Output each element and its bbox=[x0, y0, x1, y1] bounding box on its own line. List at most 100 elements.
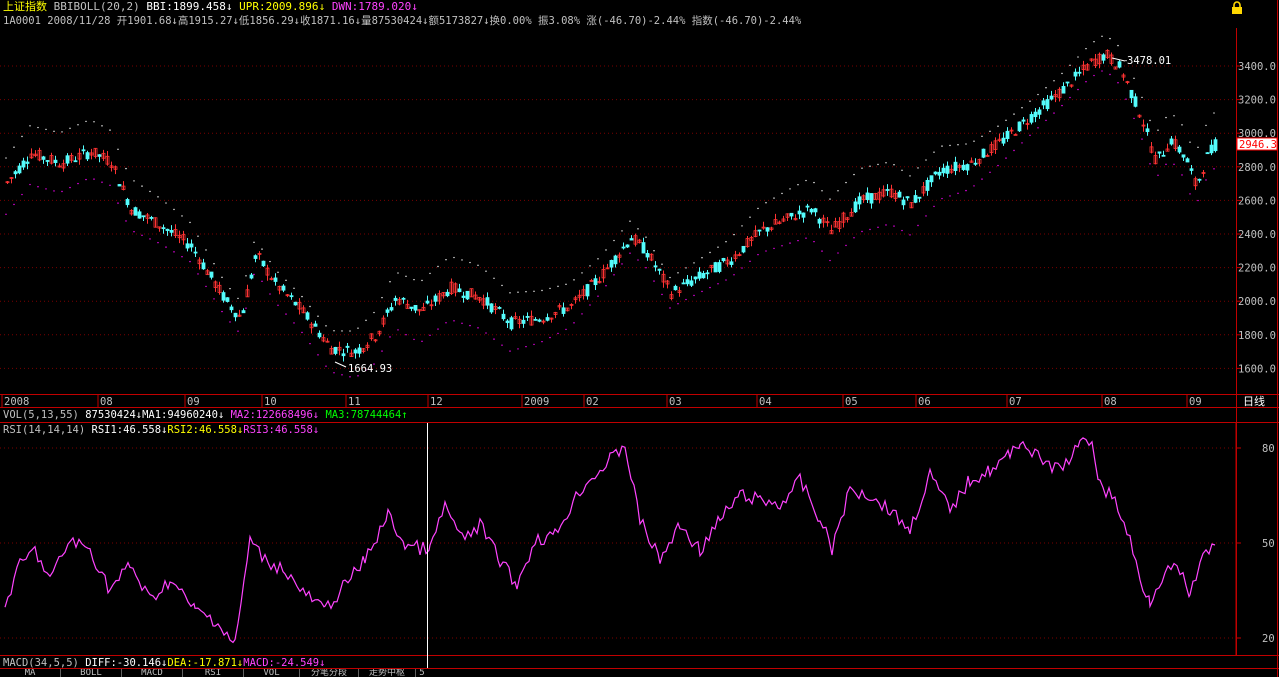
date-label: 10 bbox=[264, 396, 277, 408]
candle-body bbox=[693, 276, 698, 280]
tab-macd[interactable]: MACD bbox=[122, 669, 183, 677]
candle-body bbox=[317, 332, 322, 338]
candle-body bbox=[161, 227, 166, 230]
upper-band-dot bbox=[1013, 113, 1015, 115]
candle-body bbox=[757, 229, 762, 232]
lower-band-dot bbox=[421, 340, 423, 343]
lower-band-dot bbox=[245, 307, 247, 309]
lower-band-dot bbox=[453, 320, 455, 322]
upper-band-dot bbox=[533, 290, 535, 292]
lower-band-dot bbox=[589, 304, 591, 306]
chart-canvas[interactable]: 3400.03200.03000.02800.02600.02400.02200… bbox=[0, 0, 1279, 677]
candle-body bbox=[789, 212, 794, 217]
lower-band-dot bbox=[941, 197, 943, 200]
lower-band-dot bbox=[1149, 163, 1151, 165]
lower-band-dot bbox=[77, 182, 79, 185]
candle-body bbox=[653, 265, 658, 268]
lower-band-dot bbox=[733, 274, 735, 276]
lower-band-dot bbox=[397, 329, 399, 331]
vol-label[interactable]: VOL(5,13,55) bbox=[3, 409, 79, 421]
lower-band-dot bbox=[557, 332, 559, 335]
lower-band-dot bbox=[1141, 138, 1143, 140]
lower-band-dot bbox=[477, 327, 479, 329]
candle-body bbox=[401, 297, 406, 300]
lower-band-dot bbox=[821, 250, 823, 252]
lower-band-dot bbox=[325, 365, 327, 367]
upper-band-dot bbox=[149, 190, 151, 193]
upper-band-dot bbox=[197, 235, 199, 237]
macd-label[interactable]: MACD(34,5,5) bbox=[3, 657, 79, 669]
candle-body bbox=[593, 278, 598, 286]
lower-band-dot bbox=[69, 186, 71, 189]
tab-boll[interactable]: BOLL bbox=[61, 669, 122, 677]
rsi-label[interactable]: RSI(14,14,14) bbox=[3, 424, 85, 436]
lower-band-dot bbox=[813, 240, 815, 243]
candle-body bbox=[1181, 154, 1186, 158]
tab-fenbi[interactable]: 分笔分段 bbox=[300, 669, 359, 677]
tab-more[interactable]: 5 bbox=[416, 669, 428, 677]
price-label: 1800.0 bbox=[1238, 330, 1276, 342]
dea-value: DEA:-17.871 bbox=[167, 657, 237, 669]
vol-ma2: MA2:122668496 bbox=[230, 409, 313, 421]
lower-band-dot bbox=[101, 181, 103, 183]
upper-band-dot bbox=[589, 265, 591, 267]
upper-band-dot bbox=[189, 221, 191, 224]
rsi-grid bbox=[0, 447, 1241, 639]
lower-band-dot bbox=[37, 186, 39, 188]
candle-body bbox=[865, 192, 870, 200]
upper-band-dot bbox=[1181, 124, 1183, 126]
tab-vol[interactable]: VOL bbox=[244, 669, 300, 677]
candle-body bbox=[97, 154, 102, 157]
lower-band-dot bbox=[845, 244, 847, 247]
upper-band-dot bbox=[565, 283, 567, 286]
upper-band-dot bbox=[893, 164, 895, 166]
candle-body bbox=[685, 279, 690, 285]
candle-body bbox=[1033, 111, 1038, 118]
lower-band-dot bbox=[677, 303, 679, 305]
vol-value: 87530424 bbox=[85, 409, 136, 421]
upper-band-dot bbox=[93, 121, 95, 123]
candle-body bbox=[509, 317, 514, 330]
upper-band-dot bbox=[173, 208, 175, 211]
low-value: 1664.93 bbox=[348, 363, 392, 375]
tab-ma[interactable]: MA bbox=[0, 669, 61, 677]
lower-band-dot bbox=[861, 230, 863, 233]
upper-band-dot bbox=[925, 159, 927, 161]
upper-band-dot bbox=[349, 330, 351, 332]
upper-band-dot bbox=[997, 125, 999, 127]
upper-band-dot bbox=[965, 143, 967, 145]
lower-band-dot bbox=[61, 190, 63, 193]
upper-band-dot bbox=[1021, 107, 1023, 109]
lower-band-dot bbox=[413, 338, 415, 341]
candle-body bbox=[393, 297, 398, 301]
upper-band-dot bbox=[1133, 77, 1135, 80]
macd-header: MACD(34,5,5) DIFF:-30.146↓DEA:-17.871↓MA… bbox=[3, 656, 325, 670]
candle-body bbox=[189, 243, 194, 248]
upper-band-dot bbox=[445, 259, 447, 261]
date-label: 07 bbox=[1009, 396, 1022, 408]
tab-zhongshu[interactable]: 走势中枢 bbox=[359, 669, 416, 677]
upper-band-dot bbox=[605, 249, 607, 251]
candle-body bbox=[133, 207, 138, 216]
upper-band-dot bbox=[757, 207, 759, 210]
tab-rsi[interactable]: RSI bbox=[183, 669, 244, 677]
vol-header: VOL(5,13,55) 87530424↓MA1:94960240↓ MA2:… bbox=[3, 408, 408, 422]
lower-band-dot bbox=[517, 348, 519, 350]
lower-band-dot bbox=[229, 321, 231, 323]
upper-band-dot bbox=[1101, 35, 1103, 38]
upper-band-dot bbox=[661, 263, 663, 265]
candle-body bbox=[1177, 146, 1182, 153]
upper-band-dot bbox=[45, 128, 47, 131]
candle-body bbox=[65, 155, 70, 164]
lower-band-dot bbox=[405, 334, 407, 336]
candle-body bbox=[389, 307, 394, 311]
candle-body bbox=[165, 228, 170, 231]
candle-body bbox=[929, 175, 934, 183]
lower-band-dot bbox=[797, 239, 799, 242]
upper-band-dot bbox=[141, 185, 143, 187]
date-label: 11 bbox=[348, 396, 361, 408]
lower-band-dot bbox=[893, 225, 895, 227]
upper-band-dot bbox=[117, 148, 119, 151]
lower-band-dot bbox=[1013, 149, 1015, 152]
lower-band-dot bbox=[357, 375, 359, 377]
